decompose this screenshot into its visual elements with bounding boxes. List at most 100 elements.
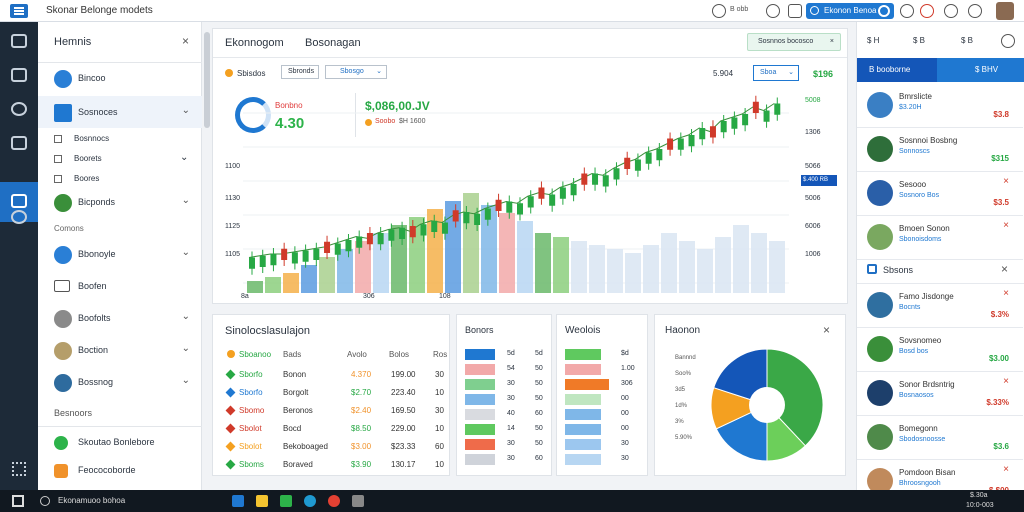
- search-icon[interactable]: [712, 4, 726, 18]
- close-icon[interactable]: ×: [823, 323, 830, 337]
- rp-tab[interactable]: B booborne $ BHV: [857, 58, 1024, 82]
- chevron-down-icon[interactable]: ⌄: [180, 152, 188, 163]
- bell-icon[interactable]: [968, 4, 982, 18]
- tools-icon[interactable]: [11, 34, 27, 48]
- candle: [624, 157, 631, 169]
- list-item[interactable]: Sonor Brdsntrig Bosnaosos $.33% ×: [857, 372, 1023, 416]
- indicator-select[interactable]: Sbosgo ⌄: [325, 65, 387, 79]
- mini-value: 30: [621, 440, 629, 447]
- list-item[interactable]: Bmoen Sonon Sbonoisdoms ×: [857, 216, 1023, 260]
- store-icon[interactable]: [280, 495, 292, 507]
- avatar[interactable]: [996, 2, 1014, 20]
- app-icon[interactable]: [352, 495, 364, 507]
- close-icon[interactable]: ×: [1003, 464, 1009, 475]
- grid-icon[interactable]: [12, 462, 26, 476]
- sidebar-item-boofolts[interactable]: Boofolts ⌄: [38, 302, 202, 334]
- tab-primary[interactable]: Ekonnogom: [225, 37, 284, 49]
- table-row[interactable]: Sborfo Bonon 4.370 199.00 30: [225, 367, 447, 383]
- candle: [334, 243, 341, 255]
- value-a: $3.00: [351, 442, 372, 451]
- close-icon[interactable]: ×: [1003, 176, 1009, 187]
- list-item[interactable]: Sosnnoi Bosbng Sonnoscs $315: [857, 128, 1023, 172]
- edge-icon[interactable]: [232, 495, 244, 507]
- scrollbar[interactable]: [204, 32, 210, 128]
- list-item[interactable]: Bomegonn Sbodosnoosse $3.6: [857, 416, 1023, 460]
- sidebar-item-bossnog[interactable]: Bossnog ⌄: [38, 366, 202, 398]
- sidebar-item-boction[interactable]: Boction ⌄: [38, 334, 202, 366]
- chrome-icon[interactable]: [328, 495, 340, 507]
- menu-icon[interactable]: [10, 4, 28, 18]
- clock-icon[interactable]: [11, 102, 27, 116]
- chevron-down-icon[interactable]: ⌄: [182, 195, 190, 206]
- chevron-down-icon[interactable]: ⌄: [182, 247, 190, 258]
- candle: [399, 227, 406, 239]
- pie-card: Haonon × Bannnd Soo% 3d5 1d% 3% 5.90%: [654, 314, 846, 476]
- search-button[interactable]: Ekonon Benoa: [806, 3, 894, 19]
- close-icon[interactable]: ×: [1003, 288, 1009, 299]
- sidebar-item-sosnoces[interactable]: Sosnoces ⌄: [38, 96, 202, 128]
- sidebar-item-boofen[interactable]: Boofen: [38, 270, 202, 302]
- chevron-down-icon[interactable]: ⌄: [182, 105, 190, 116]
- pie-chart[interactable]: [707, 345, 827, 465]
- windows-icon[interactable]: [12, 495, 24, 507]
- value-c: 10: [435, 388, 444, 397]
- taskbar-search[interactable]: Ekonamuoo bohoa: [58, 496, 125, 505]
- interval-select[interactable]: Sbronds: [281, 65, 319, 79]
- chat-icon[interactable]: [766, 4, 780, 18]
- watchlist-card: Sinolocslasulajon Sboanoo Bads Avolo Bol…: [212, 314, 450, 476]
- folder-icon[interactable]: [256, 495, 268, 507]
- header-item[interactable]: $ B: [961, 36, 973, 45]
- close-icon[interactable]: ×: [1001, 262, 1008, 276]
- name: Boraved: [283, 460, 313, 469]
- header-item[interactable]: $ H: [867, 36, 879, 45]
- coin-icon: [227, 350, 235, 358]
- y-tick: 1130: [225, 195, 241, 202]
- item-sub: Bosnaosos: [899, 392, 934, 399]
- sidebar-item-status-orange[interactable]: Feococoborde: [38, 454, 202, 486]
- chevron-down-icon[interactable]: ⌄: [182, 311, 190, 322]
- chart-icon[interactable]: [11, 136, 27, 150]
- candle: [291, 252, 298, 264]
- wallet-icon[interactable]: [11, 194, 27, 208]
- app-icon[interactable]: [304, 495, 316, 507]
- tag-icon[interactable]: [11, 210, 27, 224]
- table-row[interactable]: Sbolot Bekoboaged $3.00 $23.33 60: [225, 439, 447, 455]
- price-chart[interactable]: [243, 93, 799, 293]
- mini-value: 00: [621, 410, 629, 417]
- user-icon[interactable]: [944, 4, 958, 18]
- list-item[interactable]: Sesooo Sosnoro Bos $3.5 ×: [857, 172, 1023, 216]
- sidebar-item-bincoo[interactable]: Bincoo: [38, 62, 202, 94]
- chevron-down-icon[interactable]: ⌄: [182, 375, 190, 386]
- top-bar: Skonar Belonge modets B obb Ekonon Benoa: [0, 0, 1024, 22]
- list-item[interactable]: Famo Jisdonge Bocnts $.3% ×: [857, 284, 1023, 328]
- refresh-icon[interactable]: [1001, 34, 1015, 48]
- table-row[interactable]: Sborfo Borgolt $2.70 223.40 10: [225, 385, 447, 401]
- home-icon[interactable]: [11, 68, 27, 82]
- close-icon[interactable]: ×: [1003, 376, 1009, 387]
- chevron-down-icon[interactable]: ⌄: [182, 343, 190, 354]
- value-b: 223.40: [391, 388, 416, 397]
- table-row[interactable]: Sboms Boraved $3.90 130.17 10: [225, 457, 447, 473]
- table-row[interactable]: Sbomo Beronos $2.40 169.50 30: [225, 403, 447, 419]
- top-link[interactable]: B obb: [730, 6, 748, 13]
- alert-icon[interactable]: [920, 4, 934, 18]
- sidebar-item-bicponds[interactable]: Bicponds ⌄: [38, 186, 202, 218]
- mini-value: 30: [621, 455, 629, 462]
- table-row[interactable]: Sbolot Bocd $8.50 229.00 10: [225, 421, 447, 437]
- window-icon[interactable]: [788, 4, 802, 18]
- search-icon[interactable]: [40, 496, 50, 506]
- tab-secondary[interactable]: Bosonagan: [305, 37, 361, 49]
- volume-bar: [463, 193, 479, 293]
- close-icon[interactable]: ×: [1003, 220, 1009, 231]
- sidebar-item-bbonoyle[interactable]: Bbonoyle ⌄: [38, 238, 202, 270]
- legend-bar: [565, 349, 601, 360]
- list-item[interactable]: Bmrslicte $3.20H $3.8: [857, 84, 1023, 128]
- avatar: [867, 136, 893, 162]
- settings-icon[interactable]: [900, 4, 914, 18]
- price-select[interactable]: Sboa ⌄: [753, 65, 799, 81]
- list-item[interactable]: Sovsnomeo Bosd bos $3.00: [857, 328, 1023, 372]
- header-item[interactable]: $ B: [913, 36, 925, 45]
- item-name: Pomdoon Bisan: [899, 468, 956, 477]
- action-button[interactable]: Sosnnos bocosco ×: [747, 33, 841, 51]
- close-icon[interactable]: ×: [182, 34, 189, 48]
